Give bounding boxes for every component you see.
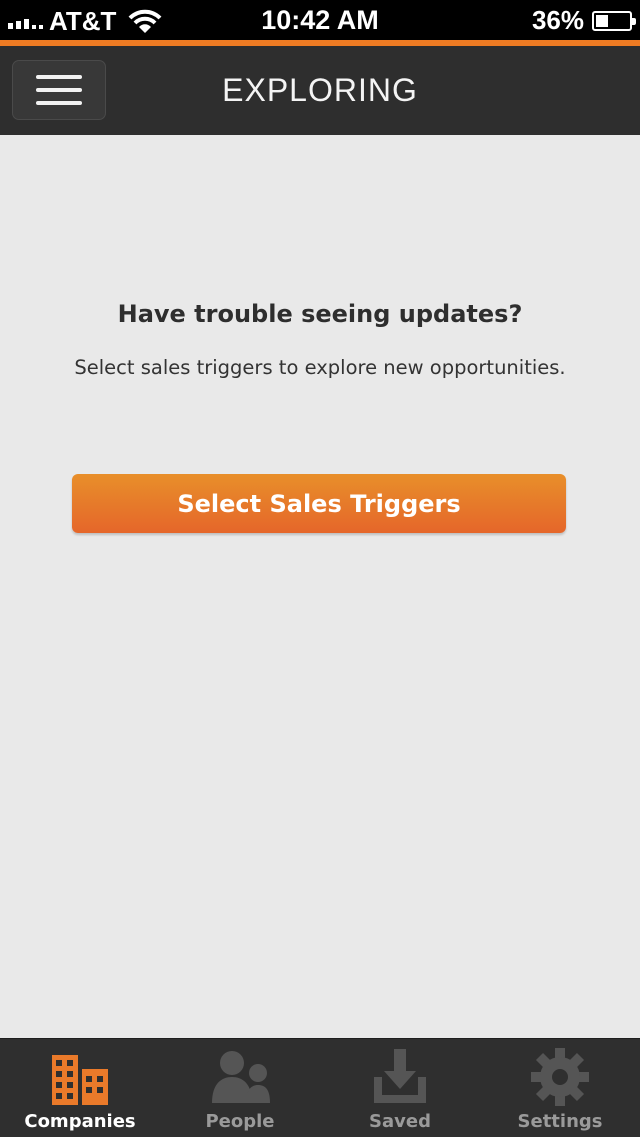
battery-icon: [592, 10, 636, 31]
tab-label: Companies: [24, 1111, 136, 1132]
buildings-icon: [52, 1055, 108, 1105]
battery-percent: 36%: [531, 5, 584, 35]
tab-label: People: [205, 1111, 275, 1132]
tab-people[interactable]: People: [160, 1039, 320, 1137]
navigation-bar: EXPLORING: [0, 40, 640, 135]
battery-level: [596, 14, 608, 27]
tab-saved[interactable]: Saved: [320, 1039, 480, 1137]
gear-icon: [531, 1048, 589, 1106]
tab-bar: Companies People Saved Settings: [0, 1038, 640, 1137]
page-title: EXPLORING: [222, 72, 418, 108]
tab-label: Settings: [517, 1111, 603, 1132]
main-content: Have trouble seeing updates? Select sale…: [0, 135, 640, 1038]
people-icon: [212, 1051, 270, 1103]
empty-state-subtext: Select sales triggers to explore new opp…: [74, 356, 566, 379]
download-tray-icon: [374, 1049, 426, 1103]
empty-state-headline: Have trouble seeing updates?: [117, 300, 523, 328]
tab-companies[interactable]: Companies: [0, 1039, 160, 1137]
tab-label: Saved: [369, 1111, 431, 1132]
status-right: 36%: [531, 5, 636, 36]
status-bar: AT&T 10:42 AM 36%: [0, 0, 640, 40]
tab-settings[interactable]: Settings: [480, 1039, 640, 1137]
select-sales-triggers-button[interactable]: Select Sales Triggers: [72, 474, 566, 533]
